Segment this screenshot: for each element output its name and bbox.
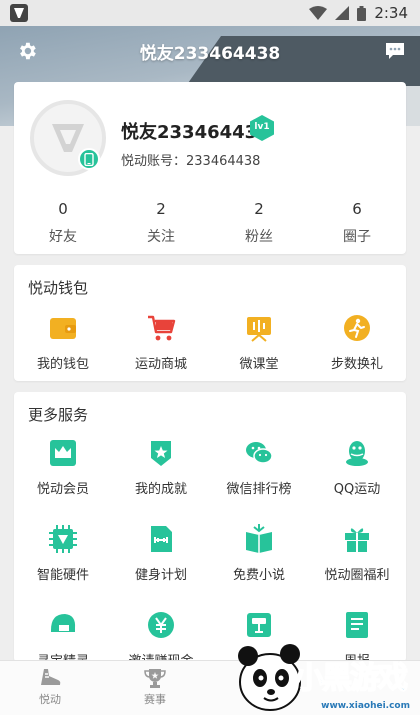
stat-value: 2 [254,200,264,218]
wallet-row: 我的钱包 运动商城 微课堂 步数换礼 [14,313,406,372]
service-item-label: QQ运动 [333,482,381,497]
service-item-label: 智能硬件 [36,568,89,583]
service-item-label: 健身计划 [134,568,187,583]
chip-icon [49,525,77,553]
watermark-logo: 小黑游戏 www.xiaohei.com [230,634,420,715]
level-text: lv1 [254,122,270,132]
profile-card[interactable]: 悦友233464438 lv1 悦动账号：233464438 0 好友 2 关注… [14,82,406,254]
settings-button[interactable] [16,40,38,62]
services-row: 悦动会员 我的成就 微信排行榜 QQ运动 [14,438,406,497]
wallet-item-label: 我的钱包 [36,357,89,372]
chat-bubble-icon [386,43,404,59]
wechat-icon [246,442,273,464]
service-item-label: 悦动会员 [36,482,89,497]
fitness-plan-icon [151,526,172,552]
stats-row: 0 好友 2 关注 2 粉丝 6 圈子 [14,200,406,246]
shoe-icon [41,669,61,685]
stat-value: 0 [58,200,68,218]
stat-fans[interactable]: 2 粉丝 [210,200,308,246]
wallet-card: 悦动钱包 我的钱包 运动商城 微课堂 步数换礼 [14,265,406,381]
watermark-url: www.xiaohei.com [321,701,410,711]
service-item-label: 微信排行榜 [226,482,292,497]
service-item-free-novel[interactable]: 免费小说 [210,524,308,583]
service-item-welfare[interactable]: 悦动圈福利 [308,524,406,583]
stat-label: 圈子 [343,229,371,245]
wallet-title: 悦动钱包 [28,279,89,297]
page-title: 悦友233464438 [139,43,281,64]
status-time: 2:34 [374,4,408,22]
tab-label: 悦动 [39,693,61,706]
book-icon [246,524,272,553]
service-item-qq-sport[interactable]: QQ运动 [308,438,406,497]
helmet-icon [51,614,76,632]
messages-button[interactable] [384,40,406,62]
header-bar: 悦友233464438 [0,26,420,76]
phone-icon [84,152,94,166]
stat-value: 2 [156,200,166,218]
qq-icon [346,441,368,466]
wallet-icon [50,318,76,339]
stat-label: 粉丝 [245,229,273,245]
signal-icon [335,6,350,20]
classroom-icon [247,317,271,342]
service-item-label: 悦动圈福利 [324,568,390,583]
medal-icon [151,441,171,466]
service-item-invite-cash[interactable]: 邀请赚现金 [112,610,210,662]
level-badge: lv1 [250,115,274,141]
stat-following[interactable]: 2 关注 [112,200,210,246]
tab-label: 赛事 [144,693,166,706]
stat-label: 好友 [49,229,77,245]
wallet-item-micro-class[interactable]: 微课堂 [210,313,308,372]
service-item-membership[interactable]: 悦动会员 [14,438,112,497]
watermark-title: 小黑游戏 [293,660,409,697]
services-card: 更多服务 悦动会员 我的成就 微信排行榜 QQ运动 智能硬件 健身计划 免费小说… [14,392,406,662]
wallet-item-steps-exchange[interactable]: 步数换礼 [308,313,406,372]
stat-circles[interactable]: 6 圈子 [308,200,406,246]
stat-value: 6 [352,200,362,218]
user-nickname: 悦友233464438 [121,122,270,143]
wallet-item-label: 微课堂 [239,357,279,372]
gift-icon [345,528,369,552]
wifi-icon [309,6,328,20]
stat-label: 关注 [147,229,175,245]
battery-icon [357,5,367,21]
services-title: 更多服务 [28,406,89,424]
trophy-icon [144,669,166,688]
crown-icon [50,440,76,466]
wallet-item-my-wallet[interactable]: 我的钱包 [14,313,112,372]
wallet-item-sports-mall[interactable]: 运动商城 [112,313,210,372]
cart-icon [148,315,176,341]
service-item-label: 我的成就 [134,482,187,497]
service-item-treasure-sprite[interactable]: 寻宝精灵 [14,610,112,662]
status-bar: 2:34 [0,0,420,26]
services-row: 智能硬件 健身计划 免费小说 悦动圈福利 [14,524,406,583]
wallet-item-label: 步数换礼 [330,357,383,372]
stat-friends[interactable]: 0 好友 [14,200,112,246]
service-item-wechat-rank[interactable]: 微信排行榜 [210,438,308,497]
phone-bind-badge [78,148,100,170]
tab-yuedong[interactable]: 悦动 [0,661,100,715]
service-item-achievements[interactable]: 我的成就 [112,438,210,497]
account-id: 悦动账号：233464438 [121,154,261,169]
gear-icon [20,42,36,60]
service-item-label: 免费小说 [232,568,285,583]
service-item-fitness-plan[interactable]: 健身计划 [112,524,210,583]
wallet-item-label: 运动商城 [134,357,187,372]
yen-icon [148,612,174,638]
service-item-smart-hardware[interactable]: 智能硬件 [14,524,112,583]
steps-exchange-icon [344,315,370,341]
tab-events[interactable]: 赛事 [105,661,205,715]
app-notification-icon [10,4,28,22]
